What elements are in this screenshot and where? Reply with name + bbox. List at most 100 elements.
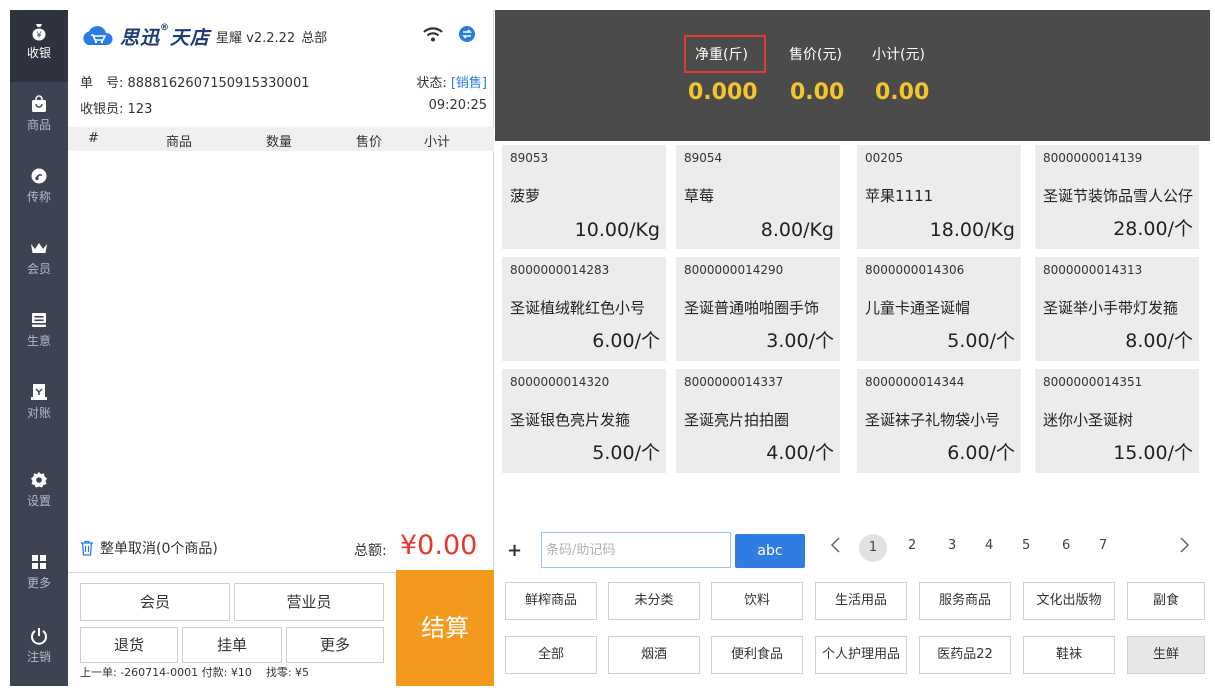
nav-item-more[interactable]: 更多: [10, 540, 68, 612]
page-7[interactable]: 7: [1099, 538, 1107, 553]
product-card[interactable]: 8000000014283 圣诞植绒靴红色小号 6.00/个: [502, 257, 666, 361]
col-product: 商品: [166, 135, 193, 150]
category-button[interactable]: 鲜榨商品: [505, 582, 597, 620]
chevron-left-icon[interactable]: [827, 534, 845, 556]
category-button[interactable]: 个人护理用品: [815, 636, 907, 674]
sync-icon[interactable]: [458, 25, 476, 43]
nav-label: 注销: [26, 650, 51, 664]
product-card[interactable]: 89053 菠萝 10.00/Kg: [502, 145, 666, 249]
grid-icon: [32, 555, 46, 569]
trash-icon: [81, 540, 93, 556]
order-table-header: # 商品 数量 售价 小计: [68, 127, 494, 151]
app-version: 星耀 v2.2.22: [216, 30, 296, 46]
hold-order-button[interactable]: 挂单: [182, 627, 282, 663]
category-button[interactable]: 文化出版物: [1023, 582, 1115, 620]
page-3[interactable]: 3: [948, 538, 956, 553]
side-nav: ¥ 收银 商品 传称 会员 生意 对账 设置 更多 注销: [10, 10, 68, 686]
scale-display: 净重(斤) 售价(元) 小计(元) 0.000 0.00 0.00: [495, 10, 1210, 141]
nav-item-logout[interactable]: 注销: [10, 614, 68, 686]
order-panel: 思迅®天店 星耀 v2.2.22 总部 单 号: 888816260715091…: [68, 10, 494, 686]
category-button[interactable]: 服务商品: [919, 582, 1011, 620]
product-code: 8000000014344: [865, 375, 965, 389]
product-card[interactable]: 8000000014337 圣诞亮片拍拍圈 4.00/个: [676, 369, 840, 473]
category-button[interactable]: 饮料: [711, 582, 803, 620]
category-button[interactable]: 烟酒: [608, 636, 700, 674]
product-name: 圣诞普通啪啪圈手饰: [684, 299, 820, 317]
crown-icon: [31, 243, 47, 253]
keyboard-abc-button[interactable]: abc: [735, 534, 805, 568]
col-price: 售价: [356, 135, 383, 150]
nav-item-business[interactable]: 生意: [10, 298, 68, 370]
category-button[interactable]: 未分类: [608, 582, 700, 620]
product-name: 菠萝: [510, 187, 541, 205]
order-status: 状态: [销售]: [416, 76, 487, 91]
product-card[interactable]: 89054 草莓 8.00/Kg: [676, 145, 840, 249]
category-button[interactable]: 便利食品: [711, 636, 803, 674]
chevron-right-icon[interactable]: [1175, 534, 1193, 556]
category-button[interactable]: 医药品22: [919, 636, 1011, 674]
cancel-order-button[interactable]: 整单取消(0个商品): [80, 536, 218, 560]
category-button[interactable]: 鞋袜: [1023, 636, 1115, 674]
page-4[interactable]: 4: [985, 538, 993, 553]
product-card[interactable]: 8000000014306 儿童卡通圣诞帽 5.00/个: [857, 257, 1021, 361]
product-price: 5.00/个: [592, 442, 660, 464]
nav-item-member[interactable]: 会员: [10, 226, 68, 298]
product-price: 8.00/个: [1125, 330, 1193, 352]
nav-item-reconcile[interactable]: 对账: [10, 370, 68, 442]
product-card[interactable]: 8000000014139 圣诞节装饰品雪人公仔 28.00/个: [1035, 145, 1199, 249]
product-card[interactable]: 00205 苹果1111 18.00/Kg: [857, 145, 1021, 249]
subtotal-value: 0.00: [875, 80, 930, 105]
page-6[interactable]: 6: [1062, 538, 1070, 553]
product-card[interactable]: 8000000014313 圣诞举小手带灯发箍 8.00/个: [1035, 257, 1199, 361]
product-price: 8.00/Kg: [760, 219, 834, 241]
add-item-button[interactable]: +: [507, 540, 522, 561]
nav-item-goods[interactable]: 商品: [10, 82, 68, 154]
brand-name: 思迅®天店: [120, 22, 211, 49]
product-name: 圣诞银色亮片发箍: [510, 411, 631, 429]
col-index: #: [88, 131, 99, 146]
nav-label: 生意: [26, 334, 51, 348]
search-bar: + abc 1 2 3 4 5 6 7: [495, 528, 1210, 572]
product-card[interactable]: 8000000014320 圣诞银色亮片发箍 5.00/个: [502, 369, 666, 473]
product-code: 00205: [865, 151, 904, 165]
pos-app: ¥ 收银 商品 传称 会员 生意 对账 设置 更多 注销 思迅®天店 星耀 v2…: [0, 0, 1215, 694]
page-1[interactable]: 1: [859, 534, 887, 562]
order-time: 09:20:25: [428, 98, 487, 113]
category-button[interactable]: 生活用品: [815, 582, 907, 620]
product-code: 8000000014139: [1043, 151, 1143, 165]
return-button[interactable]: 退货: [80, 627, 178, 663]
page-2[interactable]: 2: [908, 538, 916, 553]
product-price: 3.00/个: [766, 330, 834, 352]
col-quantity: 数量: [266, 135, 293, 150]
product-grid: 89053 菠萝 10.00/Kg 89054 草莓 8.00/Kg 00205 苹果11…: [495, 141, 1210, 521]
member-button[interactable]: 会员: [80, 583, 230, 621]
product-code: 89054: [684, 151, 723, 165]
status-value: [销售]: [450, 76, 487, 91]
category-button-selected[interactable]: 生鲜: [1127, 636, 1205, 674]
product-name: 儿童卡通圣诞帽: [865, 299, 971, 317]
product-price: 18.00/Kg: [929, 219, 1015, 241]
order-number: 单 号: 8888162607150915330001: [80, 76, 310, 91]
clerk-button[interactable]: 营业员: [234, 583, 384, 621]
nav-item-scale-transfer[interactable]: 传称: [10, 154, 68, 226]
category-button[interactable]: 全部: [505, 636, 597, 674]
checkout-button[interactable]: 结算: [396, 570, 494, 686]
category-button[interactable]: 副食: [1127, 582, 1205, 620]
product-code: 8000000014320: [510, 375, 610, 389]
weight-highlight-box: [684, 35, 766, 73]
product-price: 10.00/Kg: [574, 219, 660, 241]
nav-label: 会员: [26, 262, 51, 276]
price-value: 0.00: [790, 80, 845, 105]
more-button[interactable]: 更多: [286, 627, 384, 663]
page-5[interactable]: 5: [1022, 538, 1030, 553]
nav-item-settings[interactable]: 设置: [10, 458, 68, 530]
report-icon: [32, 313, 46, 327]
product-card[interactable]: 8000000014344 圣诞袜子礼物袋小号 6.00/个: [857, 369, 1021, 473]
shopping-bag-icon: [32, 95, 46, 112]
product-card[interactable]: 8000000014351 迷你小圣诞树 15.00/个: [1035, 369, 1199, 473]
product-card[interactable]: 8000000014290 圣诞普通啪啪圈手饰 3.00/个: [676, 257, 840, 361]
nav-item-cashier[interactable]: ¥ 收银: [10, 10, 68, 82]
barcode-search-input[interactable]: [541, 532, 731, 568]
product-name: 圣诞举小手带灯发箍: [1043, 299, 1179, 317]
change-info: 找零: ¥5: [265, 666, 310, 679]
